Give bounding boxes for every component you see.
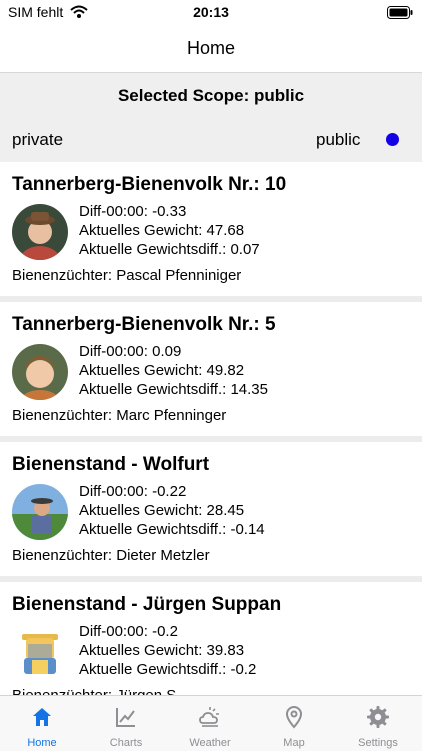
- gear-icon: [367, 706, 389, 728]
- diff-value: Diff-00:00: 0.09: [79, 343, 182, 360]
- breeder-name: Bienenzüchter: Pascal Pfenniniger: [12, 267, 242, 284]
- tab-label: Map: [283, 737, 305, 749]
- weight-value: Aktuelles Gewicht: 47.68: [79, 222, 245, 239]
- beekeeper-icon: [22, 634, 58, 674]
- hive-card[interactable]: Tannerberg-Bienenvolk Nr.: 10 Diff-00:00…: [0, 162, 422, 297]
- home-icon: [33, 708, 51, 726]
- weight-diff-value: Aktuelle Gewichtsdiff.: -0.2: [79, 661, 257, 678]
- scope-option-public[interactable]: public: [316, 130, 360, 150]
- page-title: Home: [186, 38, 235, 58]
- hive-title: Bienenstand - Jürgen Suppan: [12, 594, 282, 615]
- chart-icon: [116, 708, 135, 727]
- scope-option-private[interactable]: private: [12, 130, 63, 150]
- breeder-avatar: [12, 204, 68, 260]
- diff-value: Diff-00:00: -0.2: [79, 623, 178, 640]
- tab-label: Charts: [109, 737, 143, 749]
- breeder-avatar: [12, 484, 68, 540]
- tab-bar: Home Charts Weather Map Settings: [0, 695, 422, 751]
- weight-value: Aktuelles Gewicht: 28.45: [79, 502, 245, 519]
- weight-diff-value: Aktuelle Gewichtsdiff.: 0.07: [79, 241, 260, 258]
- weight-value: Aktuelles Gewicht: 39.83: [79, 642, 245, 659]
- tab-settings[interactable]: Settings: [336, 696, 420, 751]
- weather-icon: [199, 707, 219, 727]
- scope-header: Selected Scope: public: [0, 73, 422, 116]
- weight-diff-value: Aktuelle Gewichtsdiff.: 14.35: [79, 381, 268, 398]
- hive-card[interactable]: Bienenstand - Jürgen Suppan Diff-00:00: …: [0, 582, 422, 695]
- hive-title: Tannerberg-Bienenvolk Nr.: 5: [12, 314, 276, 335]
- breeder-name: Bienenzüchter: Marc Pfenninger: [12, 407, 227, 424]
- scope-selected-indicator: [386, 133, 399, 146]
- diff-value: Diff-00:00: -0.22: [79, 483, 187, 500]
- hive-card[interactable]: Tannerberg-Bienenvolk Nr.: 5 Diff-00:00:…: [0, 302, 422, 437]
- tab-label: Settings: [358, 737, 398, 749]
- tab-weather[interactable]: Weather: [168, 696, 252, 751]
- scope-switcher[interactable]: private public: [0, 116, 422, 162]
- scope-title: Selected Scope: public: [117, 86, 305, 105]
- tab-home[interactable]: Home: [0, 696, 84, 751]
- weight-diff-value: Aktuelle Gewichtsdiff.: -0.14: [79, 521, 265, 538]
- status-bar: SIM fehlt 20:13: [0, 0, 422, 26]
- navigation-bar: Home: [0, 26, 422, 73]
- diff-value: Diff-00:00: -0.33: [79, 203, 187, 220]
- weight-value: Aktuelles Gewicht: 49.82: [79, 362, 245, 379]
- map-pin-icon: [285, 706, 303, 729]
- tab-label: Home: [27, 737, 57, 749]
- tab-charts[interactable]: Charts: [84, 696, 168, 751]
- hive-title: Bienenstand - Wolfurt: [12, 454, 210, 475]
- tab-label: Weather: [189, 737, 231, 749]
- tab-map[interactable]: Map: [252, 696, 336, 751]
- breeder-name: Bienenzüchter: Dieter Metzler: [12, 547, 210, 564]
- hive-title: Tannerberg-Bienenvolk Nr.: 10: [12, 174, 287, 195]
- hive-card[interactable]: Bienenstand - Wolfurt Diff-00:00: -0.22 …: [0, 442, 422, 577]
- breeder-name: Bienenzüchter: Jürgen S...: [12, 687, 189, 695]
- clock: 20:13: [193, 4, 229, 20]
- battery-icon: [387, 6, 413, 19]
- hive-list[interactable]: Tannerberg-Bienenvolk Nr.: 10 Diff-00:00…: [0, 162, 422, 695]
- breeder-avatar: [12, 344, 68, 400]
